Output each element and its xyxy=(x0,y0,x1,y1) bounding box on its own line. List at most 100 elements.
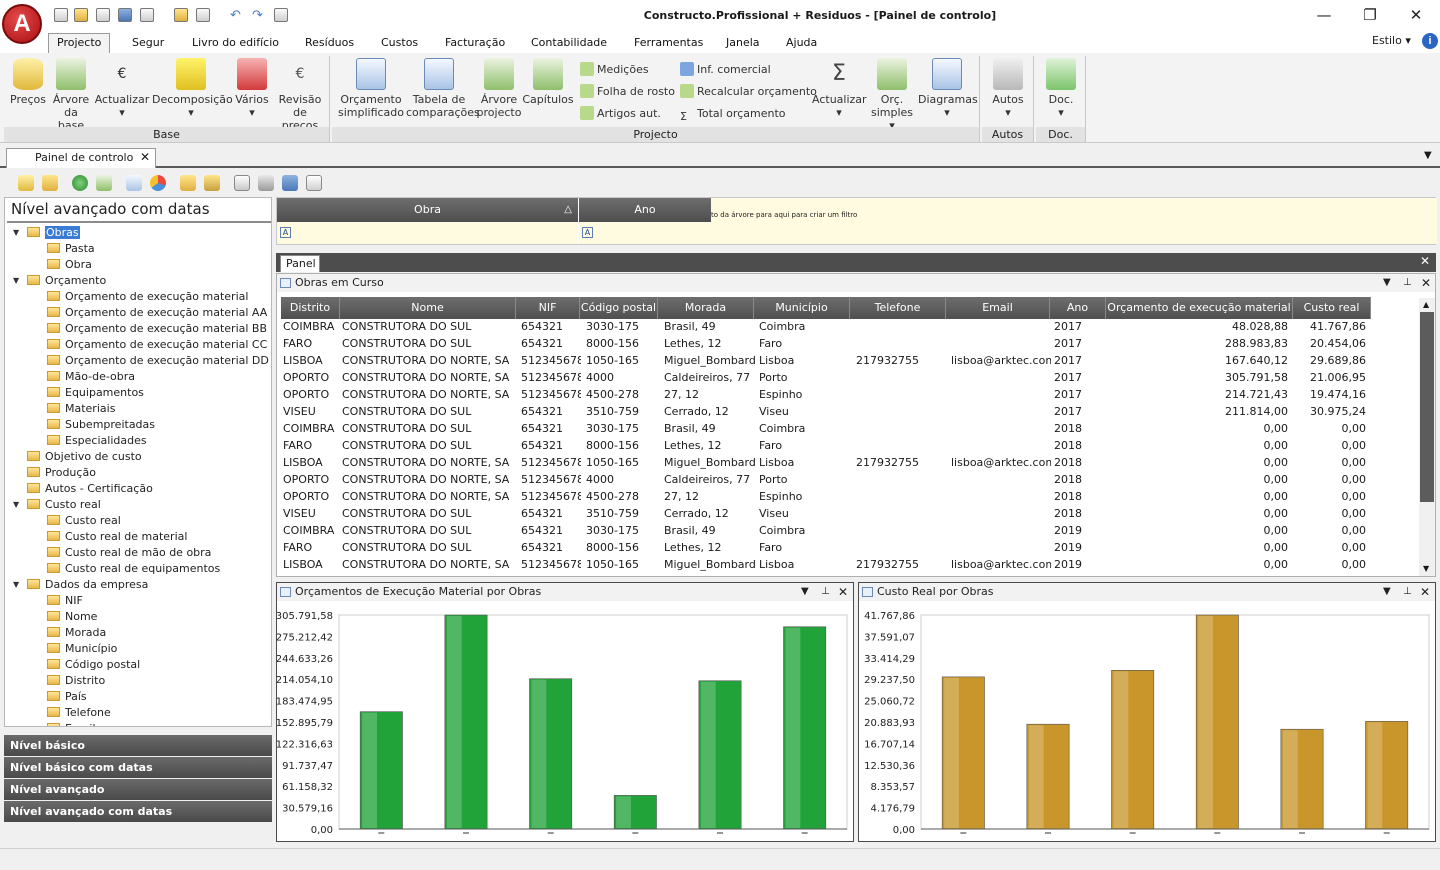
folha-rosto-button[interactable]: Folha de rosto xyxy=(580,84,675,100)
tab-segur[interactable]: Segur xyxy=(124,34,172,54)
save-icon[interactable] xyxy=(118,8,132,22)
table-row[interactable]: COIMBRA CONSTRUTORA DO SUL 654321 3030-175 B… xyxy=(280,318,1370,335)
tree-item[interactable]: Custo real de material xyxy=(47,529,187,545)
doc-button[interactable]: Doc. ▾ xyxy=(1040,58,1082,119)
folder-icon[interactable] xyxy=(174,8,188,22)
arvore-base-button[interactable]: Árvore da base xyxy=(50,58,92,132)
grid-column-header[interactable]: Custo real xyxy=(1293,297,1371,319)
table-row[interactable]: LISBOA CONSTRUTORA DO NORTE, SA 512345678 1… xyxy=(280,352,1370,369)
preview-icon[interactable] xyxy=(234,175,250,191)
table-row[interactable]: VISEU CONSTRUTORA DO SUL 654321 3510-759 Cer… xyxy=(280,505,1370,522)
level-basico-button[interactable]: Nível básico xyxy=(4,735,272,756)
tree-item[interactable]: Orçamento de execução material xyxy=(47,289,248,305)
tab-close-icon[interactable]: ✕ xyxy=(140,150,150,164)
filter-input-obra[interactable]: A xyxy=(277,222,578,244)
tree-item[interactable]: Orçamento xyxy=(27,273,106,289)
table-row[interactable]: OPORTO CONSTRUTORA DO NORTE, SA 512345678 4… xyxy=(280,369,1370,386)
total-orcamento-button[interactable]: Σ Total orçamento xyxy=(680,106,785,124)
table-row[interactable]: OPORTO CONSTRUTORA DO NORTE, SA 512345678 4… xyxy=(280,488,1370,505)
filter-column-ano[interactable]: Ano xyxy=(579,198,711,222)
table-row[interactable]: COIMBRA CONSTRUTORA DO SUL 654321 3030-175 B… xyxy=(280,420,1370,437)
actualizar-button[interactable]: € Actualizar ▾ xyxy=(94,58,150,119)
grid-column-header[interactable]: Ano xyxy=(1050,297,1106,319)
level-avancado-button[interactable]: Nível avançado xyxy=(4,779,272,800)
orc-simples-button[interactable]: Orç. simples ▾ xyxy=(868,58,916,132)
diagramas-button[interactable]: Diagramas ▾ xyxy=(918,58,978,119)
tree-item[interactable]: Custo real xyxy=(47,513,121,529)
table-row[interactable]: LISBOA CONSTRUTORA DO NORTE, SA 512345678 1… xyxy=(280,454,1370,471)
tree-expand-icon[interactable]: ▼ xyxy=(13,228,19,237)
window-list-icon[interactable] xyxy=(274,8,288,22)
tree-item[interactable]: NIF xyxy=(47,593,83,609)
tree-item[interactable]: Município xyxy=(47,641,117,657)
artigos-aut-button[interactable]: Artigos aut. xyxy=(580,106,661,122)
scroll-up-icon[interactable]: ▲ xyxy=(1423,300,1429,309)
pin-icon[interactable]: ⊥ xyxy=(1403,274,1412,292)
save-icon[interactable] xyxy=(282,175,298,191)
inf-comercial-button[interactable]: Inf. comercial xyxy=(680,62,771,78)
filter-column-obra[interactable]: Obra △ xyxy=(277,198,578,222)
help-icon[interactable]: i xyxy=(1422,33,1438,49)
tree-item[interactable]: Custo real de mão de obra xyxy=(47,545,211,561)
tree-item[interactable]: Custo real de equipamentos xyxy=(47,561,220,577)
recent-icon[interactable] xyxy=(96,8,110,22)
tab-janela[interactable]: Janela xyxy=(718,34,768,54)
arvore-projecto-button[interactable]: Árvore projecto xyxy=(476,58,522,119)
grid-column-header[interactable]: Orçamento de execução material xyxy=(1106,297,1293,319)
maximize-button[interactable]: ❐ xyxy=(1350,4,1390,26)
table-row[interactable]: VISEU CONSTRUTORA DO SUL 654321 3510-759 Cer… xyxy=(280,403,1370,420)
filter-input-ano[interactable]: A xyxy=(579,222,711,244)
level-basico-datas-button[interactable]: Nível básico com datas xyxy=(4,757,272,778)
orcamento-simplificado-button[interactable]: Orçamento simplificado xyxy=(336,58,406,119)
style-dropdown[interactable]: Estilo ▾ xyxy=(1372,34,1411,47)
pin-icon[interactable]: ⊥ xyxy=(821,583,830,601)
undo-icon[interactable]: ↶ xyxy=(230,8,244,23)
close-button[interactable]: ✕ xyxy=(1396,4,1436,26)
tree-item[interactable]: Morada xyxy=(47,625,106,641)
open-layout-icon[interactable] xyxy=(180,175,196,191)
revisao-precos-button[interactable]: € Revisão de preços xyxy=(274,58,326,132)
pin-icon[interactable]: ⊥ xyxy=(1403,583,1412,601)
tab-projecto[interactable]: Projecto xyxy=(48,33,111,54)
table-row[interactable]: FARO CONSTRUTORA DO SUL 654321 8000-156 Leth… xyxy=(280,437,1370,454)
tree-item[interactable]: País xyxy=(47,689,87,705)
tree-item[interactable]: Orçamento de execução material CC xyxy=(47,337,267,353)
tree-item[interactable]: Nome xyxy=(47,609,97,625)
tab-list-dropdown-icon[interactable]: ▼ xyxy=(1424,150,1432,161)
new-icon[interactable] xyxy=(54,8,68,22)
section-dropdown-icon[interactable]: ▼ xyxy=(1383,274,1391,292)
panel-close-icon[interactable]: ✕ xyxy=(1420,254,1430,268)
tree-item[interactable]: Telefone xyxy=(47,705,111,721)
add-table-icon[interactable] xyxy=(96,175,112,191)
open-folder-icon[interactable] xyxy=(42,175,58,191)
section-dropdown-icon[interactable]: ▼ xyxy=(801,583,809,601)
tree-item[interactable]: Dados da empresa xyxy=(27,577,148,593)
grid-column-header[interactable]: Distrito xyxy=(281,297,340,319)
tree-expand-icon[interactable]: ▼ xyxy=(13,580,19,589)
table-row[interactable]: OPORTO CONSTRUTORA DO NORTE, SA 512345678 4… xyxy=(280,386,1370,403)
section-dropdown-icon[interactable]: ▼ xyxy=(1383,583,1391,601)
tree-item[interactable]: Distrito xyxy=(47,673,105,689)
tree-item[interactable]: Obras xyxy=(27,225,80,241)
tab-ferramentas[interactable]: Ferramentas xyxy=(626,34,711,54)
tab-custos[interactable]: Custos xyxy=(373,34,426,54)
tree-item[interactable]: Orçamento de execução material DD xyxy=(47,353,269,369)
tab-ajuda[interactable]: Ajuda xyxy=(778,34,825,54)
tree-item[interactable]: Objetivo de custo xyxy=(27,449,142,465)
tab-residuos[interactable]: Resíduos xyxy=(297,34,362,54)
minimize-button[interactable]: — xyxy=(1304,4,1344,26)
actualizar-projecto-button[interactable]: Σ Actualizar ▾ xyxy=(812,58,867,119)
tree-item[interactable]: Orçamento de execução material BB xyxy=(47,321,267,337)
tree-expand-icon[interactable]: ▼ xyxy=(13,500,19,509)
tree-item[interactable]: Equipamentos xyxy=(47,385,144,401)
tree-item[interactable]: Custo real xyxy=(27,497,101,513)
tree-item[interactable]: Subempreitadas xyxy=(47,417,155,433)
grid-column-header[interactable]: NIF xyxy=(516,297,580,319)
table-row[interactable]: FARO CONSTRUTORA DO SUL 654321 8000-156 Leth… xyxy=(280,335,1370,352)
print-icon[interactable] xyxy=(258,175,274,191)
grid-column-header[interactable]: Nome xyxy=(340,297,516,319)
filter-area[interactable]: Obra △ Ano A A to da árvore para aqui par… xyxy=(276,197,1437,245)
grid-column-header[interactable]: Email xyxy=(946,297,1050,319)
tab-facturacao[interactable]: Facturação xyxy=(437,34,513,54)
add-icon[interactable] xyxy=(72,175,88,191)
